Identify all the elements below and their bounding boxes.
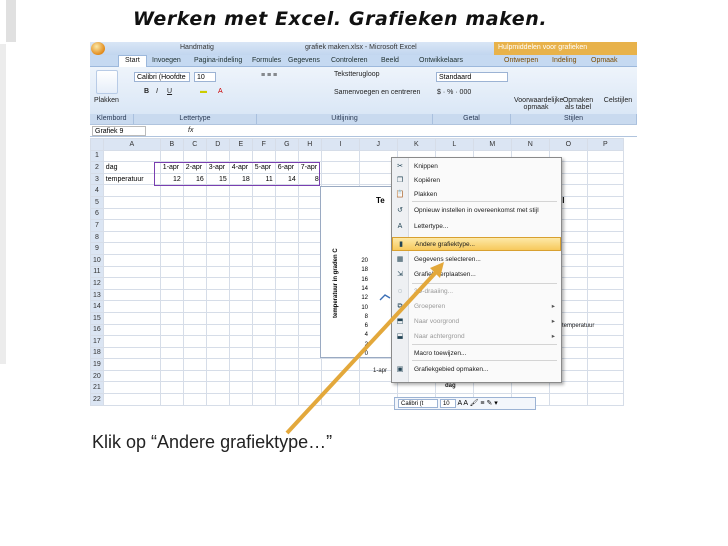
- slide-caption: Klik op “Andere grafiektype…”: [92, 432, 333, 452]
- pointer-arrow: [285, 262, 444, 435]
